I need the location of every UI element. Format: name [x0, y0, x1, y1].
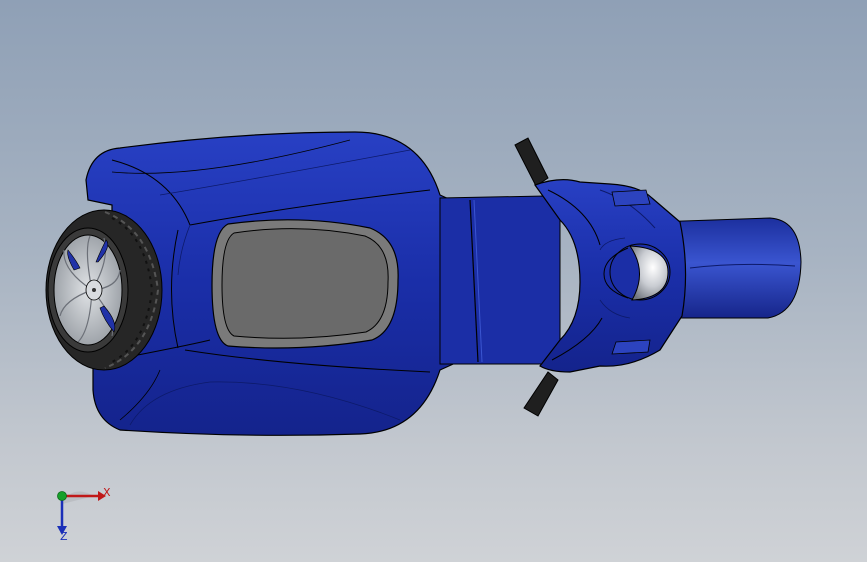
z-axis-label: Z: [60, 530, 68, 543]
seat-cushion: [221, 228, 389, 339]
handlebar-grip-bottom: [523, 371, 559, 417]
footboard: [439, 195, 561, 365]
rear-wheel: [45, 209, 163, 371]
graphics-viewport[interactable]: X Z: [0, 0, 867, 562]
coordinate-triad: [57, 491, 106, 535]
scooter-model[interactable]: [0, 0, 867, 562]
handlebar-grip-top: [514, 137, 549, 187]
x-axis-label: X: [103, 486, 111, 499]
